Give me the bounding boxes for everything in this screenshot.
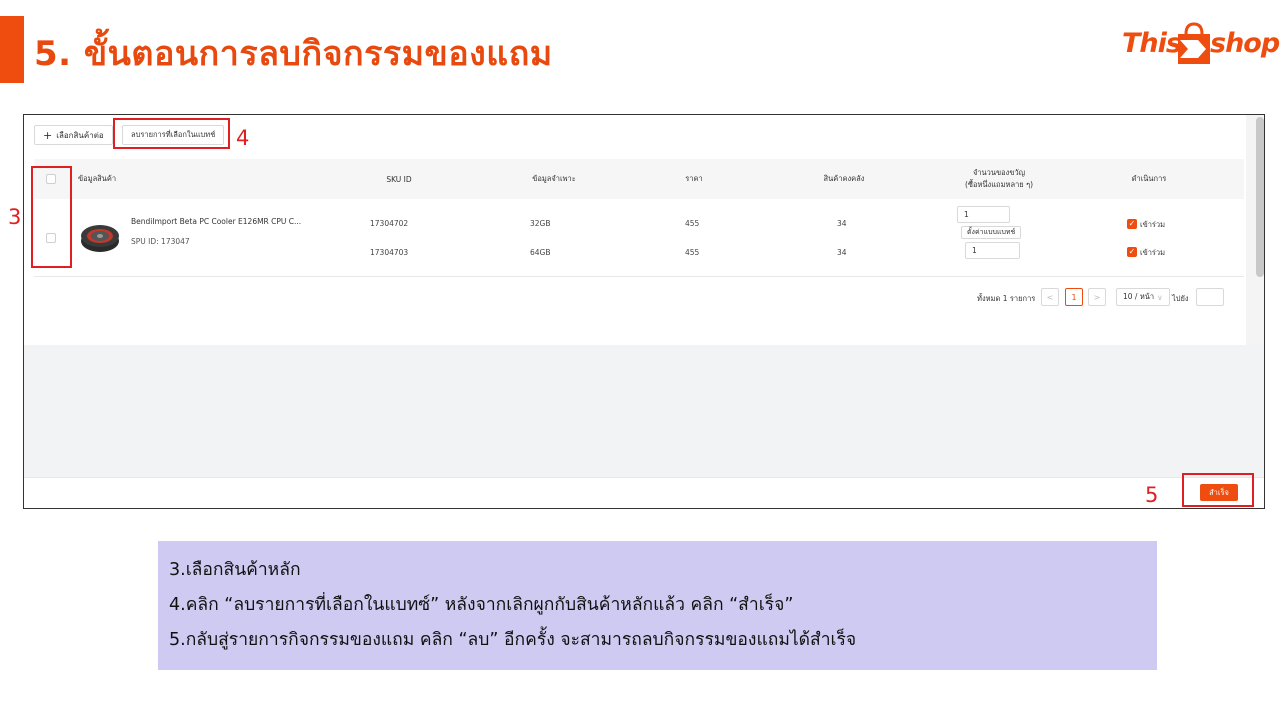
instruction-step4: 4.คลิก “ลบรายการที่เลือกในแบทซ์” หลังจาก…: [169, 595, 794, 615]
gray-background-area: [24, 345, 1264, 477]
page-size-select[interactable]: 10 / หน้า ∨: [1116, 288, 1170, 306]
instruction-step5: 5.กลับสู่รายการกิจกรรมของแถม คลิก “ลบ” อ…: [169, 630, 857, 650]
goto-page-input[interactable]: [1196, 288, 1224, 306]
batch-set-button[interactable]: ตั้งค่าแบบแบทช์: [961, 226, 1022, 239]
pagination-total: ทั้งหมด 1 รายการ: [977, 294, 1036, 303]
footer-bar: [24, 477, 1264, 508]
col-price: ราคา: [685, 174, 703, 183]
callout-box-step5: [1182, 473, 1254, 507]
next-page-button[interactable]: >: [1088, 288, 1106, 306]
scrollbar-thumb[interactable]: [1256, 117, 1264, 277]
sku-id: 17304702: [370, 219, 409, 228]
join-label: เข้าร่วม: [1140, 248, 1166, 257]
slide-title: 5. ขั้นตอนการลบกิจกรรมของแถม: [34, 34, 553, 74]
screenshot-panel: + เลือกสินค้าต่อ ลบรายการที่เลือกในแบทช์…: [23, 114, 1265, 509]
sku-spec: 32GB: [530, 219, 551, 228]
plus-icon: +: [43, 128, 53, 142]
slide: 5. ขั้นตอนการลบกิจกรรมของแถม This shop +…: [0, 0, 1280, 720]
sku-price: 455: [685, 219, 700, 228]
thisshop-logo: This shop: [1118, 16, 1280, 72]
table-header: ข้อมูลสินค้า SKU ID ข้อมูลจำเพาะ ราคา สิ…: [34, 159, 1244, 199]
join-checkbox[interactable]: ✓: [1127, 219, 1137, 229]
callout-box-step4: [113, 118, 230, 149]
add-product-label: เลือกสินค้าต่อ: [56, 130, 104, 140]
gift-qty-input[interactable]: 1: [957, 206, 1010, 223]
logo-text-left: This: [1122, 28, 1182, 59]
col-stock: สินค้าคงคลัง: [823, 174, 865, 183]
col-gift-qty-line2: (ซื้อหนึ่งแถมหลาย ๆ): [964, 180, 1034, 189]
sku-price: 455: [685, 248, 700, 257]
gift-qty-input[interactable]: 1: [965, 242, 1020, 259]
col-product-info: ข้อมูลสินค้า: [78, 174, 117, 183]
callout-number-step3: 3: [8, 205, 22, 229]
goto-label: ไปยัง: [1172, 294, 1189, 303]
instruction-step3: 3.เลือกสินค้าหลัก: [169, 560, 301, 580]
sku-stock: 34: [837, 248, 847, 257]
product-thumbnail: [81, 225, 119, 252]
col-gift-qty: จำนวนของขวัญ (ซื้อหนึ่งแถมหลาย ๆ): [944, 159, 1054, 199]
col-gift-qty-line1: จำนวนของขวัญ: [972, 168, 1026, 177]
callout-box-step3: [31, 166, 72, 268]
chevron-down-icon: ∨: [1157, 292, 1163, 302]
col-spec: ข้อมูลจำเพาะ: [532, 174, 576, 183]
add-product-button[interactable]: + เลือกสินค้าต่อ: [34, 125, 113, 145]
callout-number-step5: 5: [1145, 483, 1159, 507]
sku-id: 17304703: [370, 248, 409, 257]
callout-number-step4: 4: [236, 126, 250, 150]
table-row: BendiImport Beta PC Cooler E126MR CPU C.…: [34, 199, 1244, 277]
logo-text-right: shop: [1210, 28, 1280, 59]
page-size-value: 10 / หน้า: [1123, 292, 1155, 301]
join-label: เข้าร่วม: [1140, 220, 1166, 229]
col-sku-id: SKU ID: [386, 174, 412, 184]
sku-spec: 64GB: [530, 248, 551, 257]
join-checkbox[interactable]: ✓: [1127, 247, 1137, 257]
page-1-button[interactable]: 1: [1065, 288, 1083, 306]
sku-stock: 34: [837, 219, 847, 228]
product-spu-id: SPU ID: 173047: [131, 237, 190, 246]
col-action: ดำเนินการ: [1131, 174, 1167, 183]
prev-page-button[interactable]: <: [1041, 288, 1059, 306]
product-name: BendiImport Beta PC Cooler E126MR CPU C.…: [131, 217, 302, 226]
instruction-box: 3.เลือกสินค้าหลัก 4.คลิก “ลบรายการที่เลื…: [158, 541, 1157, 670]
title-accent-bar: [0, 16, 24, 83]
shopping-bag-icon: [1178, 22, 1210, 64]
